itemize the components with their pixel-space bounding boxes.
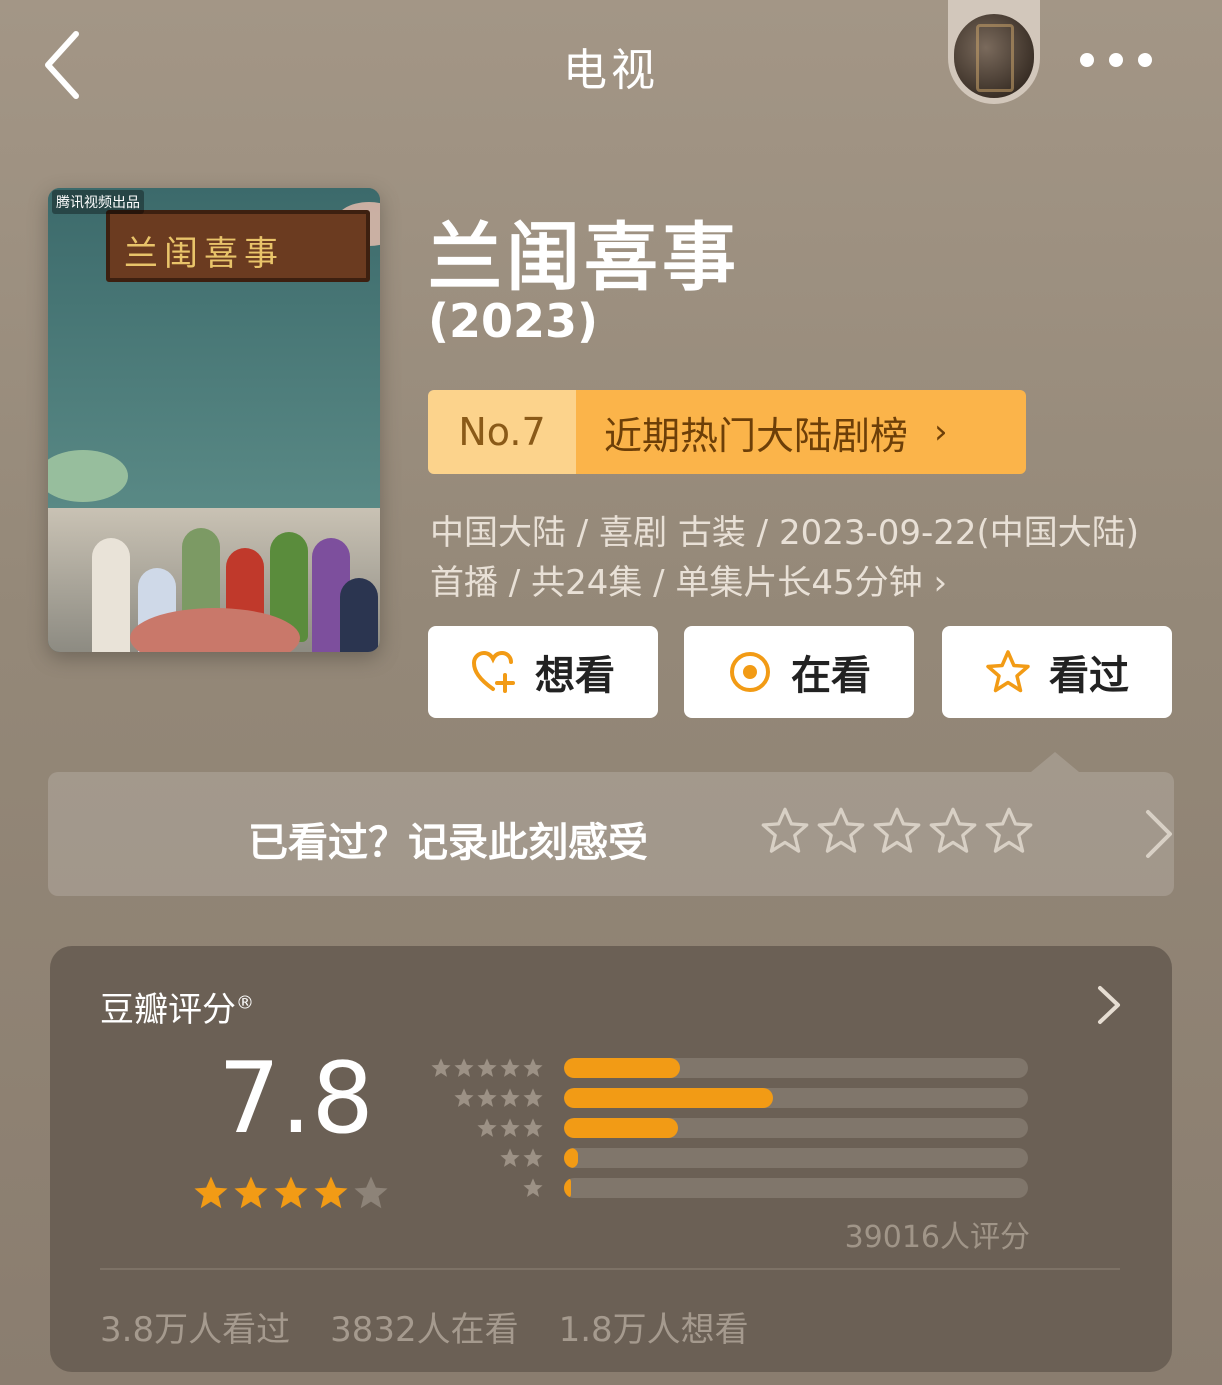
- rating-bar-track: [564, 1148, 1028, 1168]
- star-icon: [523, 1148, 543, 1167]
- rating-bar-fill: [564, 1088, 773, 1108]
- chevron-right-icon: [1098, 986, 1120, 1024]
- rating-row-5-star: [430, 1054, 1030, 1084]
- star-icon: [477, 1058, 497, 1077]
- star-icon: [274, 1176, 308, 1209]
- rating-count: 39016人评分: [844, 1220, 1030, 1255]
- star-icon: [500, 1088, 520, 1107]
- target-icon: [730, 652, 770, 692]
- rating-row-3-star: [430, 1114, 1030, 1144]
- star-icon: [523, 1118, 543, 1137]
- star-outline-icon[interactable]: [872, 806, 922, 856]
- row-stars: [430, 1057, 544, 1079]
- star-outline-icon[interactable]: [984, 806, 1034, 856]
- user-avatar[interactable]: [948, 0, 1040, 104]
- chevron-right-icon: [1146, 810, 1172, 858]
- rating-stars-input[interactable]: [760, 806, 1034, 856]
- meta-line-2: 首播 / 共24集 / 单集片长45分钟: [430, 563, 923, 603]
- star-icon: [454, 1088, 474, 1107]
- star-icon: [354, 1176, 388, 1209]
- chevron-right-icon: ›: [922, 563, 948, 603]
- watching-count: 3832人在看: [330, 1310, 519, 1350]
- more-dots-icon[interactable]: [1080, 48, 1152, 72]
- star-outline-icon[interactable]: [816, 806, 866, 856]
- douban-rating-card[interactable]: 豆瓣评分® 7.8 39016人评分 3.8万人看过 3832人在看 1.8万人…: [50, 946, 1172, 1372]
- rating-row-1-star: [430, 1174, 1030, 1204]
- want-count: 1.8万人想看: [558, 1310, 749, 1350]
- poster-title: 兰闺喜事: [124, 234, 284, 274]
- watching-label: 在看: [791, 653, 871, 699]
- star-outline-icon[interactable]: [928, 806, 978, 856]
- show-meta[interactable]: 中国大陆 / 喜剧 古装 / 2023-09-22(中国大陆) 首播 / 共24…: [430, 508, 1190, 608]
- watched-button[interactable]: 看过: [942, 626, 1172, 718]
- star-icon: [454, 1058, 474, 1077]
- row-stars: [476, 1117, 544, 1139]
- rating-bar-fill: [564, 1058, 680, 1078]
- star-icon: [523, 1058, 543, 1077]
- rating-bar-track: [564, 1088, 1028, 1108]
- star-icon: [523, 1088, 543, 1107]
- star-icon: [523, 1178, 543, 1197]
- heart-plus-icon: [471, 650, 515, 693]
- star-icon: [477, 1088, 497, 1107]
- show-poster[interactable]: 兰闺喜事 腾讯视频出品: [48, 188, 380, 652]
- show-year: (2023): [428, 294, 599, 348]
- rank-label: 近期热门大陆剧榜: [604, 413, 909, 458]
- star-icon: [500, 1118, 520, 1137]
- rating-bar-fill: [564, 1148, 578, 1168]
- watching-button[interactable]: 在看: [684, 626, 914, 718]
- record-feeling-card[interactable]: 已看过？记录此刻感受: [48, 752, 1174, 896]
- rating-row-4-star: [430, 1084, 1030, 1114]
- meta-line-1: 中国大陆 / 喜剧 古装 / 2023-09-22(中国大陆): [430, 513, 1140, 553]
- rating-bar-fill: [564, 1178, 571, 1198]
- rating-stars: [192, 1174, 390, 1212]
- row-stars: [499, 1147, 544, 1169]
- show-title: 兰闺喜事: [428, 215, 740, 301]
- star-icon: [500, 1148, 520, 1167]
- record-feeling-text: 已看过？记录此刻感受: [248, 820, 648, 866]
- star-icon: [431, 1058, 451, 1077]
- star-outline-icon[interactable]: [760, 806, 810, 856]
- star-icon: [194, 1176, 228, 1209]
- star-icon: [234, 1176, 268, 1209]
- rating-row-2-star: [430, 1144, 1030, 1174]
- watched-count: 3.8万人看过: [100, 1310, 291, 1350]
- star-icon: [500, 1058, 520, 1077]
- poster-brand: 腾讯视频出品: [52, 190, 144, 214]
- ranking-badge[interactable]: No.7 近期热门大陆剧榜 ›: [428, 390, 1026, 474]
- want-label: 想看: [535, 653, 615, 699]
- rank-number: No.7: [428, 390, 576, 474]
- rating-score: 7.8: [218, 1042, 374, 1156]
- rating-bar-track: [564, 1178, 1028, 1198]
- divider: [100, 1268, 1120, 1270]
- star-icon: [477, 1118, 497, 1137]
- watched-label: 看过: [1049, 653, 1129, 699]
- row-stars: [522, 1177, 544, 1199]
- star-icon: [314, 1176, 348, 1209]
- rating-label: 豆瓣评分®: [100, 990, 254, 1030]
- watch-stats: 3.8万人看过 3832人在看 1.8万人想看: [100, 1302, 749, 1351]
- want-button[interactable]: 想看: [428, 626, 658, 718]
- rating-distribution: [430, 1054, 1030, 1204]
- rating-bar-fill: [564, 1118, 678, 1138]
- rating-bar-track: [564, 1118, 1028, 1138]
- chevron-right-icon: ›: [934, 412, 948, 452]
- rating-bar-track: [564, 1058, 1028, 1078]
- star-outline-icon: [986, 650, 1030, 693]
- row-stars: [453, 1087, 544, 1109]
